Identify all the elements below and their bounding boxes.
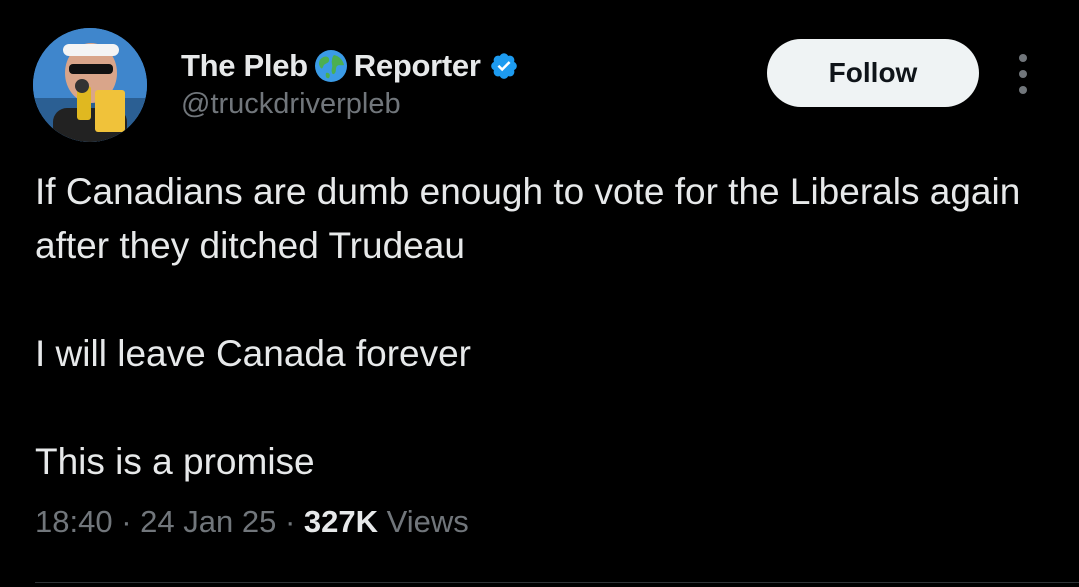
verified-icon	[489, 51, 519, 81]
display-name-part2[interactable]: Reporter	[354, 48, 481, 84]
avatar[interactable]	[33, 28, 147, 142]
tweet-line: This is a promise	[35, 441, 315, 482]
views-count: 327K	[303, 504, 378, 539]
tweet: The Pleb Reporter @truckdriverpleb Follo…	[0, 0, 1079, 587]
meta-separator: ·	[121, 504, 141, 539]
author-name-row[interactable]: The Pleb Reporter	[181, 44, 519, 88]
display-name-part1[interactable]: The Pleb	[181, 48, 308, 84]
views-label: Views	[386, 504, 469, 539]
avatar-image	[33, 28, 147, 142]
more-icon-dot	[1019, 86, 1027, 94]
tweet-line: I will leave Canada forever	[35, 333, 471, 374]
tweet-date[interactable]: 24 Jan 25	[140, 504, 276, 539]
more-icon-dot	[1019, 70, 1027, 78]
tweet-meta: 18:40 · 24 Jan 25 · 327K Views	[35, 504, 469, 540]
meta-separator: ·	[284, 504, 304, 539]
tweet-line: If Canadians are dumb enough to vote for…	[35, 171, 1021, 266]
globe-icon	[314, 49, 348, 83]
author-handle[interactable]: @truckdriverpleb	[181, 88, 401, 121]
follow-button[interactable]: Follow	[767, 39, 979, 107]
more-icon-dot	[1019, 54, 1027, 62]
more-icon[interactable]	[1008, 54, 1038, 94]
divider	[35, 582, 1079, 583]
tweet-text: If Canadians are dumb enough to vote for…	[35, 165, 1055, 489]
tweet-time[interactable]: 18:40	[35, 504, 113, 539]
